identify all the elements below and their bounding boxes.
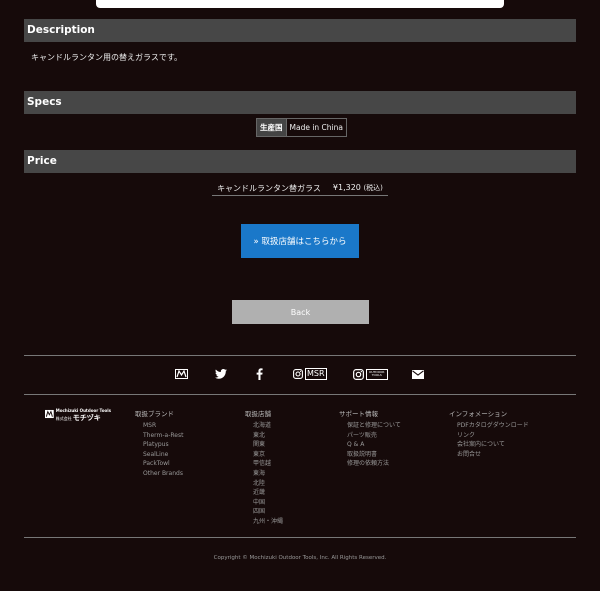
stores-link-button[interactable]: » 取扱店舗はこちらから: [241, 224, 359, 258]
table-row: 生産国 Made in China: [256, 118, 347, 137]
footer-link[interactable]: 北陸: [253, 479, 283, 489]
footer-link[interactable]: 近畿: [253, 488, 283, 498]
footer-column-title: 取扱ブランド: [135, 410, 174, 418]
top-content-frame: [96, 0, 504, 8]
footer-link[interactable]: 四国: [253, 507, 283, 517]
footer-link[interactable]: 関東: [253, 440, 283, 450]
footer-link[interactable]: 東京: [253, 450, 283, 460]
footer-link[interactable]: Therm-a-Rest: [143, 431, 183, 441]
footer-link[interactable]: 北海道: [253, 421, 283, 431]
divider: [24, 355, 576, 356]
specs-table: 生産国 Made in China: [256, 118, 347, 137]
price-row: キャンドルランタン替ガラス ¥1,320 (税込): [212, 181, 388, 196]
copyright-text: Copyright © Mochizuki Outdoor Tools, Inc…: [213, 555, 387, 561]
company-logo[interactable]: Mochizuki Outdoor Tools 株式会社 モチヅキ: [45, 408, 111, 422]
price-tax-note: (税込): [363, 184, 383, 192]
mail-icon[interactable]: [412, 367, 424, 381]
footer-information-column: インフォメーション PDFカタログダウンロード リンク 会社案内について お問合…: [449, 408, 529, 459]
footer-link[interactable]: 保証と修理について: [347, 421, 401, 431]
footer-brands-column: 取扱ブランド MSR Therm-a-Rest Platypus SealLin…: [135, 408, 183, 479]
footer-link[interactable]: パーツ販売: [347, 431, 401, 441]
footer-link[interactable]: 甲信越: [253, 459, 283, 469]
footer-link[interactable]: PackTowl: [143, 459, 183, 469]
footer-link[interactable]: SealLine: [143, 450, 183, 460]
footer-link[interactable]: リンク: [457, 431, 529, 441]
specs-header: Specs: [24, 91, 576, 114]
footer-link[interactable]: Q & A: [347, 440, 401, 450]
tools-label: TOOLS: [371, 373, 382, 377]
description-header: Description: [24, 19, 576, 42]
footer-column-title: サポート情報: [339, 410, 378, 418]
footer-link[interactable]: Platypus: [143, 440, 183, 450]
description-text: キャンドルランタン用の替えガラスです。: [31, 53, 183, 62]
back-button[interactable]: Back: [232, 300, 369, 324]
instagram-outdoor-tools-icon[interactable]: OUTDOOR TOOLS: [353, 367, 388, 381]
facebook-icon[interactable]: [256, 367, 263, 381]
footer-link[interactable]: 会社案内について: [457, 440, 529, 450]
price-product-name: キャンドルランタン替ガラス: [217, 183, 321, 193]
footer-link[interactable]: 修理の依頼方法: [347, 459, 401, 469]
msr-label: MSR: [305, 368, 327, 380]
footer-link[interactable]: MSR: [143, 421, 183, 431]
footer-support-column: サポート情報 保証と修理について パーツ販売 Q & A 取扱説明書 修理の依頼…: [339, 408, 401, 469]
price-header: Price: [24, 150, 576, 173]
spec-value: Made in China: [285, 118, 347, 137]
price-amount: ¥1,320: [332, 183, 361, 192]
footer-link[interactable]: 取扱説明書: [347, 450, 401, 460]
logo-japanese-name: モチヅキ: [72, 414, 101, 422]
mochizuki-logo-icon[interactable]: [175, 367, 188, 381]
footer-link[interactable]: Other Brands: [143, 469, 183, 479]
price-amount-group: ¥1,320 (税込): [333, 183, 383, 193]
spec-key: 生産国: [256, 118, 287, 137]
footer-link[interactable]: 九州・沖縄: [253, 517, 283, 527]
twitter-icon[interactable]: [215, 367, 227, 381]
footer-column-title: 取扱店舗: [245, 410, 271, 418]
footer-column-title: インフォメーション: [449, 410, 508, 418]
footer-link[interactable]: 中国: [253, 498, 283, 508]
footer-stores-column: 取扱店舗 北海道 東北 関東 東京 甲信越 東海 北陸 近畿 中国 四国 九州・…: [245, 408, 283, 527]
instagram-msr-icon[interactable]: MSR: [293, 367, 327, 381]
footer-link[interactable]: 東北: [253, 431, 283, 441]
divider: [24, 394, 576, 395]
divider: [24, 537, 576, 538]
footer-link[interactable]: お問合せ: [457, 450, 529, 460]
footer-link[interactable]: 東海: [253, 469, 283, 479]
logo-kabushiki: 株式会社: [55, 416, 72, 421]
outdoor-tools-badge: OUTDOOR TOOLS: [366, 368, 388, 380]
mochizuki-logo-icon: [45, 409, 54, 419]
footer-link[interactable]: PDFカタログダウンロード: [457, 421, 529, 431]
